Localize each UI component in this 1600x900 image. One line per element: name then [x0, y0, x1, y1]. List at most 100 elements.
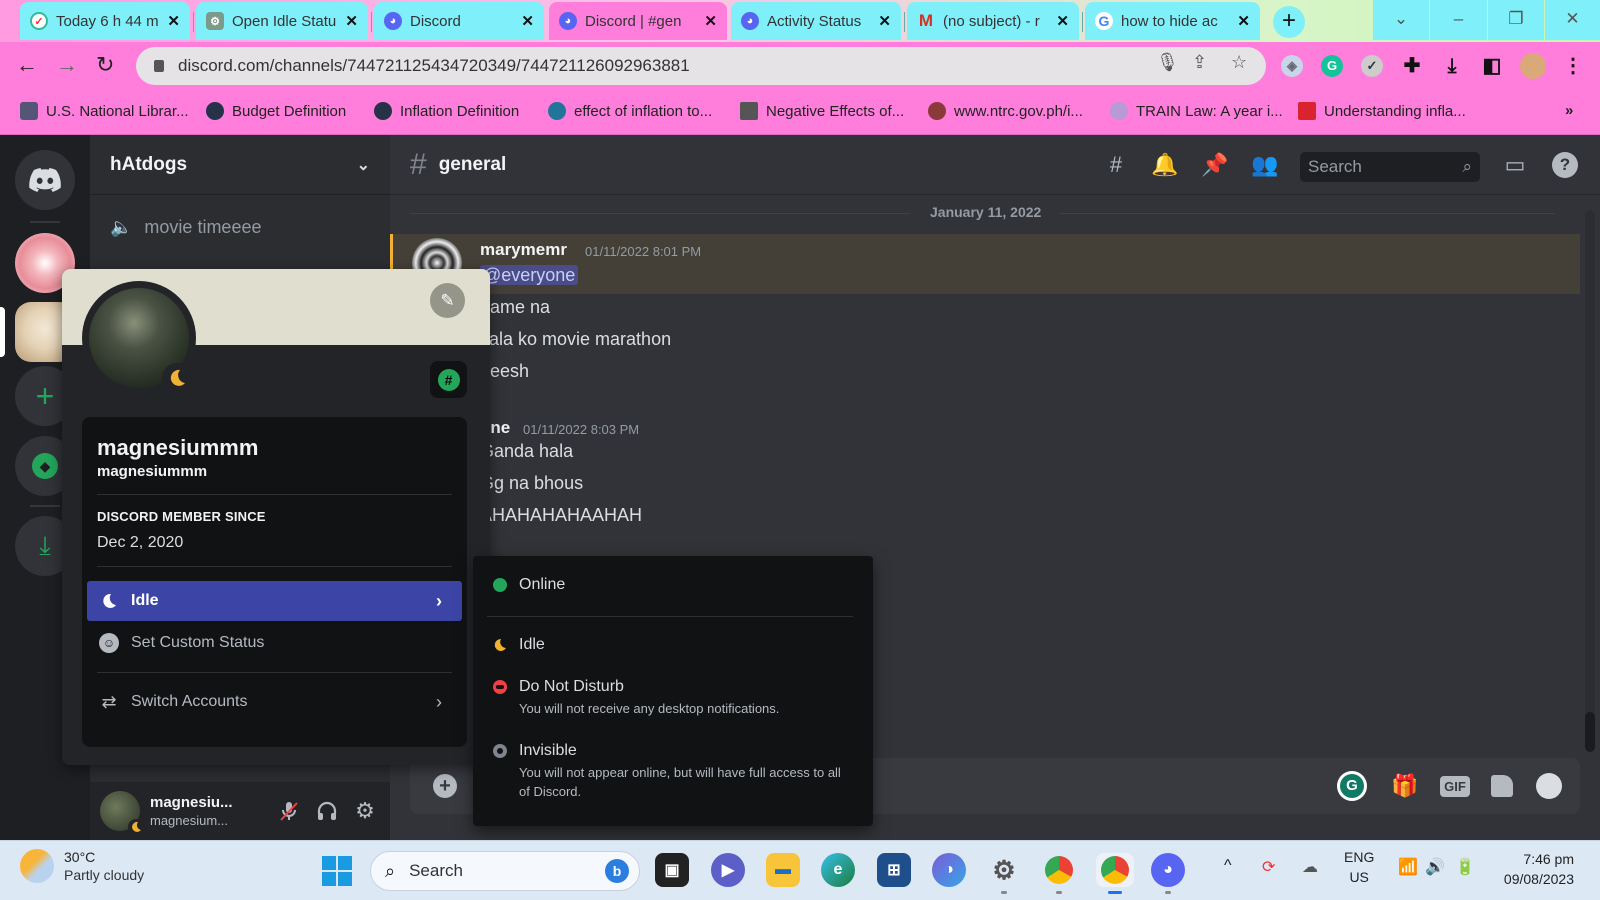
sync-error-icon[interactable]: ⟳ — [1262, 857, 1275, 877]
browser-tab[interactable]: ⚙ Open Idle Statu ✕ — [196, 2, 368, 40]
chat-scrollbar[interactable] — [1585, 210, 1595, 752]
onedrive-icon[interactable]: ☁ — [1302, 857, 1318, 877]
download-icon[interactable]: ⤓ — [1441, 55, 1463, 77]
file-explorer-button[interactable]: ▬ — [766, 853, 800, 887]
close-tab-icon[interactable]: ✕ — [521, 12, 534, 30]
teams-chat-button[interactable]: ▶ — [711, 853, 745, 887]
bookmark-item[interactable]: Negative Effects of... — [740, 102, 904, 120]
bookmarks-overflow-button[interactable]: » — [1565, 102, 1573, 119]
search-input[interactable]: Search ⌕ — [1300, 152, 1480, 182]
close-tab-icon[interactable]: ✕ — [1237, 12, 1250, 30]
emoji-button[interactable] — [1533, 770, 1565, 802]
scrollbar-thumb[interactable] — [1585, 712, 1595, 752]
shield-extension-icon[interactable]: ◈ — [1281, 55, 1303, 77]
server-header[interactable]: hAtdogs ⌄ — [90, 135, 390, 195]
start-button[interactable] — [322, 856, 352, 886]
everyone-mention[interactable]: @everyone — [480, 265, 579, 285]
inbox-button[interactable]: ▭ — [1500, 150, 1530, 180]
chrome-active-button[interactable] — [1096, 853, 1134, 894]
gift-button[interactable]: 🎁 — [1389, 770, 1421, 802]
chrome-profile-m-button[interactable] — [1042, 853, 1076, 894]
status-menu-item[interactable]: Idle › — [87, 581, 462, 621]
close-tab-icon[interactable]: ✕ — [704, 12, 717, 30]
deafen-button[interactable] — [308, 792, 346, 830]
taskbar-search[interactable]: ⌕ Search b — [370, 851, 640, 891]
edit-profile-button[interactable]: ✎ — [430, 283, 465, 318]
threads-button[interactable]: # — [1101, 150, 1131, 180]
microsoft-store-button[interactable]: ⊞ — [877, 853, 911, 887]
wifi-icon[interactable]: 📶 — [1398, 857, 1418, 877]
message-text: Gg na bhous — [480, 473, 584, 493]
browser-tab[interactable]: G how to hide ac ✕ — [1085, 2, 1260, 40]
bookmark-item[interactable]: U.S. National Librar... — [20, 102, 189, 120]
volume-icon[interactable]: 🔊 — [1425, 857, 1445, 877]
copilot-button[interactable]: ◑ — [932, 853, 966, 887]
bookmark-item[interactable]: www.ntrc.gov.ph/i... — [928, 102, 1083, 120]
help-button[interactable]: ? — [1550, 150, 1580, 180]
close-window-button[interactable]: ✕ — [1545, 0, 1600, 40]
bookmark-item[interactable]: Budget Definition — [206, 102, 346, 120]
member-list-button[interactable]: 👥 — [1250, 150, 1280, 180]
system-clock[interactable]: 7:46 pm 09/08/2023 — [1504, 849, 1574, 889]
bookmark-item[interactable]: TRAIN Law: A year i... — [1110, 102, 1283, 120]
bookmark-star-icon[interactable]: ☆ — [1231, 52, 1247, 73]
language-indicator[interactable]: ENG US — [1344, 847, 1374, 887]
close-tab-icon[interactable]: ✕ — [878, 12, 891, 30]
status-option-dnd[interactable]: Do Not Disturb You will not receive any … — [493, 678, 854, 719]
mic-blocked-icon[interactable]: 🎙 — [1156, 52, 1179, 73]
pinned-messages-button[interactable]: 📌 — [1200, 150, 1230, 180]
minimize-button[interactable]: – — [1430, 0, 1487, 40]
edge-button[interactable]: e — [821, 853, 855, 887]
direct-messages-button[interactable] — [15, 150, 75, 210]
check-extension-icon[interactable]: ✓ — [1361, 55, 1383, 77]
browser-tab[interactable]: ✓ Today 6 h 44 m ✕ — [20, 2, 190, 40]
grammarly-extension-icon[interactable]: G — [1321, 55, 1343, 77]
battery-icon[interactable]: 🔋 — [1455, 857, 1475, 877]
mute-button[interactable] — [270, 792, 308, 830]
settings-button[interactable]: ⚙ — [987, 853, 1021, 894]
new-tab-button[interactable]: + — [1273, 6, 1305, 38]
voice-channel-item[interactable]: 🔈 movie timeeee — [110, 217, 261, 238]
switch-accounts-item[interactable]: ⇄ Switch Accounts › — [87, 682, 462, 722]
sticker-button[interactable] — [1486, 770, 1518, 802]
status-option-invisible[interactable]: Invisible You will not appear online, bu… — [493, 742, 854, 802]
bookmark-item[interactable]: Inflation Definition — [374, 102, 519, 120]
set-custom-status-item[interactable]: ☺ Set Custom Status — [87, 623, 462, 663]
bookmark-item[interactable]: effect of inflation to... — [548, 102, 712, 120]
share-icon[interactable]: ⇪ — [1192, 52, 1207, 73]
side-panel-icon[interactable]: ◧ — [1481, 55, 1503, 77]
bookmark-item[interactable]: Understanding infla... — [1298, 102, 1466, 120]
profile-username[interactable]: magnesiummm — [97, 463, 452, 480]
user-settings-button[interactable]: ⚙ — [346, 792, 384, 830]
message-author[interactable]: marymemr — [480, 240, 567, 260]
profile-avatar[interactable] — [1520, 53, 1546, 79]
browser-tab[interactable]: M (no subject) - r ✕ — [907, 2, 1079, 40]
close-tab-icon[interactable]: ✕ — [345, 12, 358, 30]
address-bar[interactable]: discord.com/channels/744721125434720349/… — [136, 47, 1266, 85]
status-option-idle[interactable]: Idle — [493, 636, 545, 654]
reload-icon[interactable]: ↻ — [96, 52, 114, 78]
tab-search-button[interactable]: ⌄ — [1373, 0, 1429, 40]
close-tab-icon[interactable]: ✕ — [167, 12, 180, 30]
weather-widget[interactable]: 30°C Partly cloudy — [20, 849, 144, 883]
task-view-button[interactable]: ▣ — [655, 853, 689, 887]
status-option-online[interactable]: Online — [493, 576, 565, 594]
upload-button[interactable]: + — [429, 770, 461, 802]
forward-arrow-icon[interactable]: → — [56, 52, 78, 78]
discord-app-button[interactable]: ◕ — [1151, 853, 1185, 894]
extensions-puzzle-icon[interactable]: ✚ — [1401, 55, 1423, 77]
user-avatar[interactable] — [100, 791, 144, 835]
profile-avatar[interactable] — [82, 281, 196, 395]
grammarly-button[interactable]: G — [1336, 770, 1368, 802]
close-tab-icon[interactable]: ✕ — [1056, 12, 1069, 30]
more-menu-icon[interactable]: ⋮ — [1562, 55, 1584, 77]
gif-button[interactable]: GIF — [1439, 770, 1471, 802]
notifications-button[interactable]: 🔔 — [1150, 150, 1180, 180]
back-arrow-icon[interactable]: ← — [16, 52, 38, 78]
profile-badge[interactable]: # — [430, 361, 467, 398]
browser-tab[interactable]: ◕ Discord ✕ — [374, 2, 544, 40]
show-hidden-icons-button[interactable]: ^ — [1224, 857, 1232, 875]
browser-tab[interactable]: ◕ Activity Status ✕ — [731, 2, 901, 40]
restore-button[interactable]: ❐ — [1488, 0, 1544, 40]
browser-tab-active[interactable]: ◕ Discord | #gen ✕ — [549, 2, 727, 40]
